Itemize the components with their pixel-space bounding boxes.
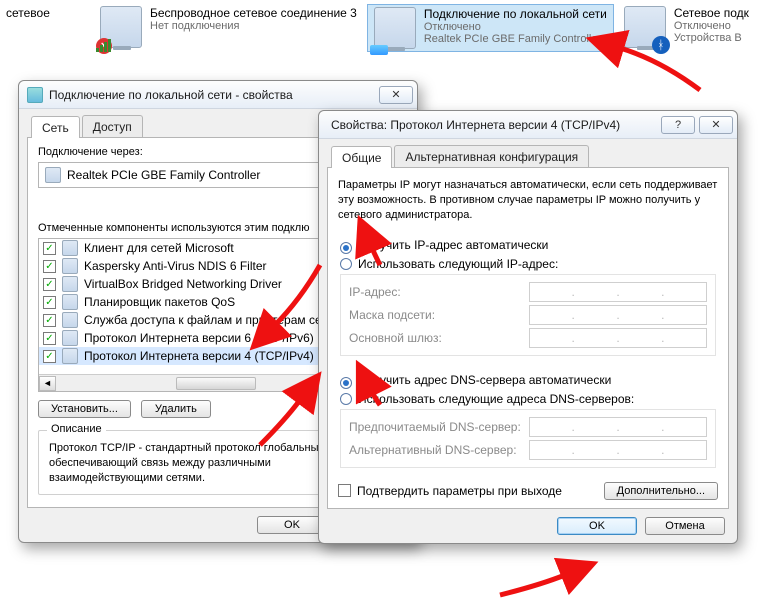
ipv4-properties-dialog: Свойства: Протокол Интернета версии 4 (T… xyxy=(318,110,738,544)
titlebar[interactable]: Подключение по локальной сети - свойства… xyxy=(19,81,417,109)
adapter-mini-icon xyxy=(45,167,61,183)
adapter-icon xyxy=(27,87,43,103)
advanced-button[interactable]: Дополнительно... xyxy=(604,482,718,500)
checkbox-icon[interactable] xyxy=(43,242,56,255)
radio-icon xyxy=(340,393,352,405)
component-icon xyxy=(62,312,78,328)
radio-label: Получить IP-адрес автоматически xyxy=(358,238,548,252)
gateway-label: Основной шлюз: xyxy=(349,331,529,345)
wireless-icon: × xyxy=(100,6,142,48)
cancel-button[interactable]: Отмена xyxy=(645,517,725,535)
preferred-dns-field: ... xyxy=(529,417,707,437)
help-button[interactable]: ? xyxy=(661,116,695,134)
component-icon xyxy=(62,348,78,364)
radio-icon xyxy=(340,242,352,254)
tab-alternative[interactable]: Альтернативная конфигурация xyxy=(394,145,589,167)
component-icon xyxy=(62,258,78,274)
radio-label: Использовать следующий IP-адрес: xyxy=(358,257,558,271)
signal-icon xyxy=(96,39,111,52)
net-title: Сетевое подк xyxy=(674,6,749,20)
scroll-left-button[interactable]: ◄ xyxy=(39,376,56,391)
list-item-label: Служба доступа к файлам и принтерам сете… xyxy=(84,313,340,327)
component-icon xyxy=(62,330,78,346)
checkbox-icon[interactable] xyxy=(43,278,56,291)
list-item-label: Kaspersky Anti-Virus NDIS 6 Filter xyxy=(84,259,267,273)
bluetooth-device-icon: ᚼ xyxy=(624,6,666,48)
dns1-label: Предпочитаемый DNS-сервер: xyxy=(349,420,529,434)
radio-icon xyxy=(340,258,352,270)
ip-label: IP-адрес: xyxy=(349,285,529,299)
checkbox-icon[interactable] xyxy=(43,260,56,273)
confirm-label: Подтвердить параметры при выходе xyxy=(357,484,562,498)
tabs: Общие Альтернативная конфигурация xyxy=(327,145,729,168)
checkbox-icon[interactable] xyxy=(43,296,56,309)
mask-label: Маска подсети: xyxy=(349,308,529,322)
remove-button[interactable]: Удалить xyxy=(141,400,211,418)
titlebar[interactable]: Свойства: Протокол Интернета версии 4 (T… xyxy=(319,111,737,139)
intro-text: Параметры IP могут назначаться автоматич… xyxy=(338,176,718,225)
net-sub: Устройства B xyxy=(674,32,749,44)
net-sub: Отключено xyxy=(424,21,607,33)
component-icon xyxy=(62,276,78,292)
checkbox-icon[interactable] xyxy=(43,332,56,345)
install-button[interactable]: Установить... xyxy=(38,400,131,418)
radio-manual-dns[interactable]: Использовать следующие адреса DNS-сервер… xyxy=(340,392,716,406)
radio-icon xyxy=(340,377,352,389)
checkbox-icon[interactable] xyxy=(43,350,56,363)
radio-manual-ip[interactable]: Использовать следующий IP-адрес: xyxy=(340,257,716,271)
scroll-thumb[interactable] xyxy=(176,377,256,390)
adapter-name: Realtek PCIe GBE Family Controller xyxy=(67,168,260,182)
ok-button[interactable]: OK xyxy=(557,517,637,535)
subnet-mask-field: ... xyxy=(529,305,707,325)
net-sub: Нет подключения xyxy=(150,20,357,32)
dialog-title: Подключение по локальной сети - свойства xyxy=(49,88,375,102)
list-item-label: Планировщик пакетов QoS xyxy=(84,295,235,309)
net-title: Беспроводное сетевое соединение 3 xyxy=(150,6,357,20)
radio-auto-ip[interactable]: Получить IP-адрес автоматически xyxy=(340,238,716,254)
dialog-title: Свойства: Протокол Интернета версии 4 (T… xyxy=(331,118,657,132)
radio-label: Использовать следующие адреса DNS-сервер… xyxy=(358,392,634,406)
close-button[interactable]: ✕ xyxy=(699,116,733,134)
net-item-bt[interactable]: ᚼ Сетевое подк Отключено Устройства B xyxy=(618,4,755,52)
ip-address-field: ... xyxy=(529,282,707,302)
gateway-field: ... xyxy=(529,328,707,348)
net-item[interactable]: сетевое xyxy=(0,4,90,52)
list-item-label: VirtualBox Bridged Networking Driver xyxy=(84,277,282,291)
tab-network[interactable]: Сеть xyxy=(31,116,80,138)
net-item-lan[interactable]: Подключение по локальной сети Отключено … xyxy=(367,4,614,52)
confirm-checkbox[interactable] xyxy=(338,484,351,497)
net-item-wireless[interactable]: × Беспроводное сетевое соединение 3 Нет … xyxy=(94,4,363,52)
tab-general[interactable]: Общие xyxy=(331,146,392,168)
list-item-label: Клиент для сетей Microsoft xyxy=(84,241,234,255)
network-connections-row: сетевое × Беспроводное сетевое соединени… xyxy=(0,0,763,52)
lan-icon xyxy=(374,7,416,49)
net-title: сетевое xyxy=(6,6,84,20)
bluetooth-icon: ᚼ xyxy=(652,36,670,54)
description-caption: Описание xyxy=(47,423,106,435)
close-button[interactable]: ✕ xyxy=(379,86,413,104)
net-sub: Отключено xyxy=(674,20,749,32)
radio-label: Получить адрес DNS-сервера автоматически xyxy=(358,373,611,387)
dns2-label: Альтернативный DNS-сервер: xyxy=(349,443,529,457)
ok-button[interactable]: OK xyxy=(257,516,327,534)
component-icon xyxy=(62,240,78,256)
net-sub: Realtek PCIe GBE Family Controller xyxy=(424,33,607,45)
list-item-label: Протокол Интернета версии 4 (TCP/IPv4) xyxy=(84,349,314,363)
radio-auto-dns[interactable]: Получить адрес DNS-сервера автоматически xyxy=(340,373,716,389)
tab-access[interactable]: Доступ xyxy=(82,115,143,137)
checkbox-icon[interactable] xyxy=(43,314,56,327)
net-title: Подключение по локальной сети xyxy=(424,7,607,21)
alternate-dns-field: ... xyxy=(529,440,707,460)
cable-icon xyxy=(370,45,388,55)
component-icon xyxy=(62,294,78,310)
list-item-label: Протокол Интернета версии 6 (TCP/IPv6) xyxy=(84,331,314,345)
